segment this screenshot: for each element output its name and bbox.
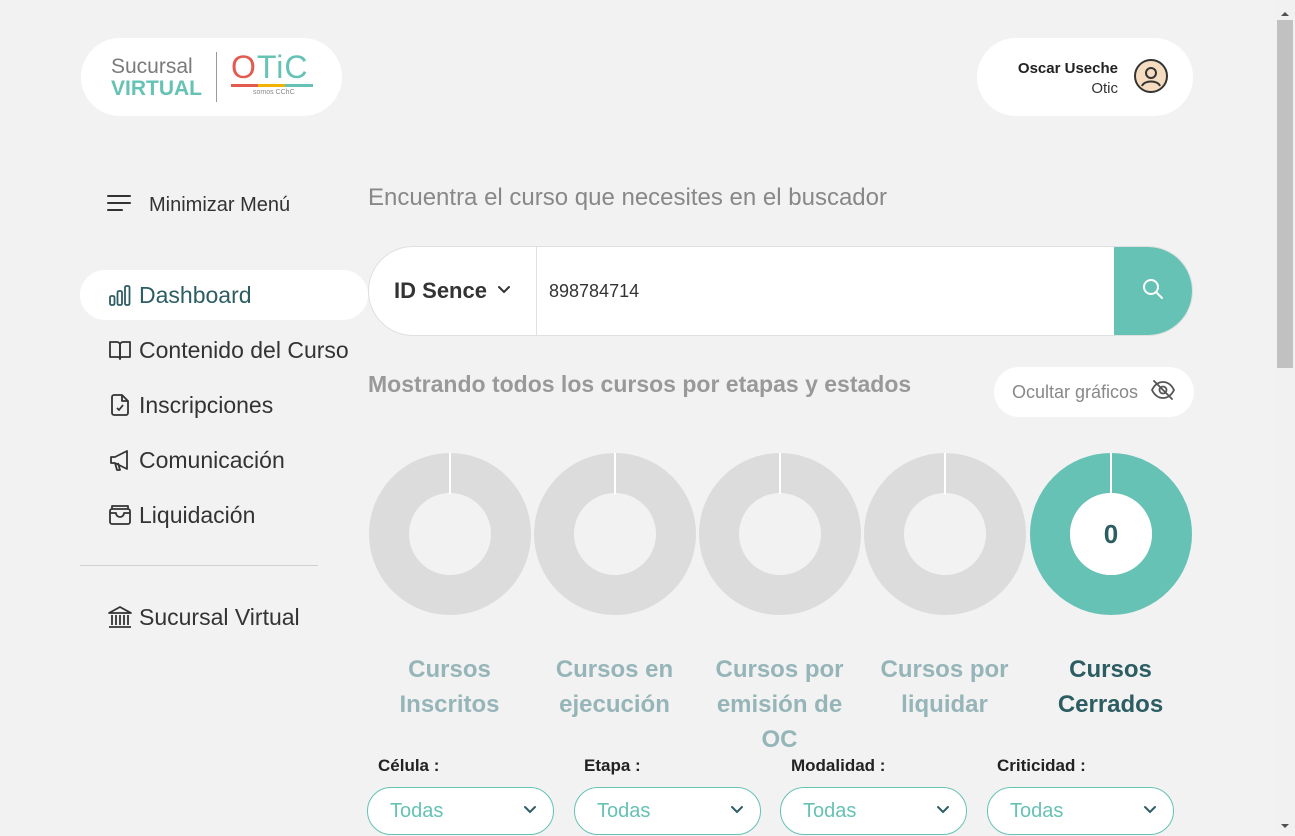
- search-button[interactable]: [1114, 247, 1192, 335]
- chart-bars-icon: [107, 282, 133, 308]
- sidebar-item-label: Sucursal Virtual: [139, 603, 300, 630]
- donut-chart-ejecucion[interactable]: [534, 453, 696, 615]
- sidebar-item-inscripciones[interactable]: Inscripciones: [80, 380, 368, 430]
- minimize-menu-button[interactable]: Minimizar Menú: [107, 192, 290, 218]
- bank-icon: [107, 604, 133, 630]
- sidebar-item-contenido[interactable]: Contenido del Curso: [80, 325, 368, 375]
- scrollbar-thumb[interactable]: [1277, 20, 1293, 368]
- donut-chart-cerrados[interactable]: 0: [1030, 453, 1192, 615]
- search-icon: [1141, 277, 1165, 306]
- logo-tagline: somos CChC: [253, 89, 295, 96]
- sidebar-divider: [80, 565, 318, 566]
- chevron-down-icon: [497, 282, 511, 300]
- filter-label-criticidad: Criticidad :: [997, 756, 1086, 775]
- search-type-label: ID Sence: [394, 278, 487, 303]
- scroll-down-arrow-icon[interactable]: [1277, 818, 1293, 828]
- filter-label-modalidad: Modalidad :: [791, 756, 886, 775]
- logo-color-bar: [231, 84, 313, 87]
- chevron-down-icon: [936, 802, 950, 820]
- chevron-down-icon: [523, 802, 537, 820]
- search-type-select[interactable]: ID Sence: [369, 247, 537, 335]
- filter-value: Todas: [803, 799, 857, 822]
- donut-chart-emision-oc[interactable]: [699, 453, 861, 615]
- wallet-icon: [107, 502, 133, 528]
- filter-value: Todas: [1010, 799, 1064, 822]
- search-input[interactable]: [539, 269, 1119, 313]
- sidebar-item-comunicacion[interactable]: Comunicación: [80, 435, 368, 485]
- filter-select-etapa[interactable]: Todas: [574, 787, 761, 835]
- hamburger-icon: [107, 194, 131, 217]
- sidebar-item-label: Inscripciones: [139, 391, 274, 418]
- filter-select-modalidad[interactable]: Todas: [780, 787, 967, 835]
- user-org: Otic: [1091, 80, 1118, 97]
- donut-chart-inscritos[interactable]: [369, 453, 531, 615]
- chevron-down-icon: [1143, 802, 1157, 820]
- minimize-menu-label: Minimizar Menú: [149, 193, 291, 216]
- search-bar: ID Sence: [368, 246, 1193, 336]
- sidebar-item-label: Dashboard: [139, 281, 252, 308]
- sidebar-item-dashboard[interactable]: Dashboard: [80, 270, 368, 320]
- donut-label-emision-oc: Cursos por emisión de OC: [715, 656, 844, 753]
- filter-label-etapa: Etapa :: [584, 756, 641, 775]
- user-name: Oscar Useche: [1017, 60, 1118, 77]
- donut-label-inscritos: Cursos Inscritos: [399, 656, 500, 718]
- donut-label-cerrados: Cursos Cerrados: [1057, 656, 1164, 718]
- sidebar-item-sucursal-virtual[interactable]: Sucursal Virtual: [80, 592, 368, 642]
- sidebar-item-label: Comunicación: [139, 446, 285, 473]
- filter-label-celula: Célula :: [378, 756, 440, 775]
- donut-label-ejecucion: Cursos en ejecución: [555, 656, 674, 718]
- stats-title: Mostrando todos los cursos por etapas y …: [368, 371, 912, 397]
- filter-value: Todas: [597, 799, 651, 822]
- chevron-down-icon: [730, 802, 744, 820]
- hide-charts-label: Ocultar gráficos: [1011, 381, 1139, 402]
- file-check-icon: [107, 392, 133, 418]
- scroll-up-arrow-icon[interactable]: [1277, 6, 1293, 16]
- user-menu[interactable]: Oscar Useche Otic: [977, 38, 1193, 116]
- eye-off-icon: [1150, 379, 1176, 406]
- search-title: Encuentra el curso que necesites en el b…: [368, 184, 887, 211]
- sidebar-item-label: Contenido del Curso: [139, 336, 349, 363]
- avatar-icon[interactable]: [1134, 59, 1168, 93]
- logo-text-sucursal: Sucursal: [111, 55, 193, 78]
- sidebar-item-liquidacion[interactable]: Liquidación: [80, 490, 368, 540]
- sidebar-item-label: Liquidación: [139, 501, 256, 528]
- otic-logo: OTiC: [231, 49, 309, 85]
- logo[interactable]: Sucursal VIRTUAL OTiC somos CChC: [81, 38, 342, 116]
- donut-value-cerrados: 0: [1104, 519, 1118, 549]
- filter-select-criticidad[interactable]: Todas: [987, 787, 1174, 835]
- logo-divider: [216, 52, 217, 102]
- filter-value: Todas: [390, 799, 444, 822]
- megaphone-icon: [107, 447, 133, 473]
- book-icon: [107, 337, 133, 363]
- filter-select-celula[interactable]: Todas: [367, 787, 554, 835]
- donut-label-liquidar: Cursos por liquidar: [880, 656, 1009, 718]
- donut-chart-liquidar[interactable]: [864, 453, 1026, 615]
- logo-text-virtual: VIRTUAL: [111, 77, 202, 100]
- hide-charts-button[interactable]: Ocultar gráficos: [994, 367, 1194, 417]
